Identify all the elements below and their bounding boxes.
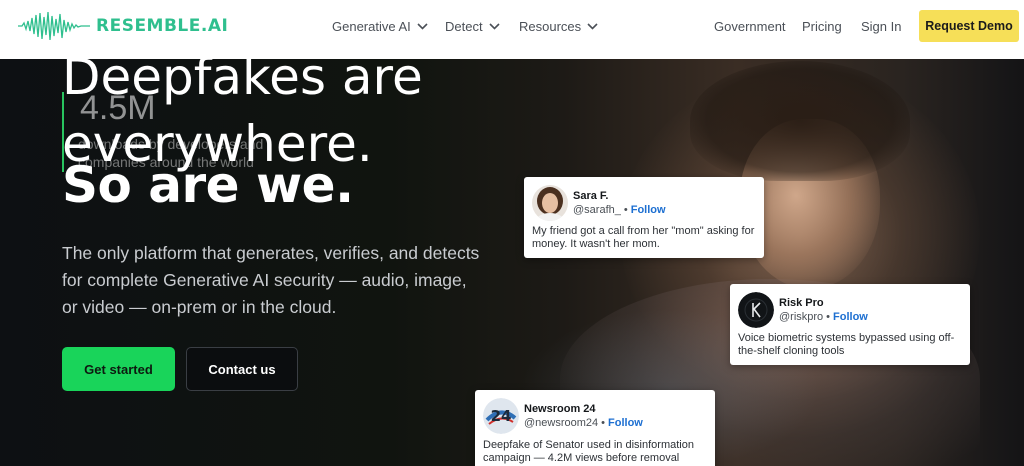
tweet-card: Sara F. @sarafh_ • Follow My friend got a … (524, 177, 764, 258)
follow-link[interactable]: Follow (833, 311, 868, 323)
tweet-text: Voice biometric systems bypassed using o… (738, 332, 955, 357)
tweet-handle-row: @sarafh_ • Follow (573, 204, 666, 216)
avatar (532, 185, 568, 221)
nav-item-label: Detect (445, 19, 483, 34)
tweet-author-name: Risk Pro (779, 297, 824, 309)
svg-text:24: 24 (491, 407, 512, 425)
nav-item-label: Sign In (861, 19, 902, 34)
request-demo-button[interactable]: Request Demo (919, 10, 1019, 42)
tweet-handle-row: @riskpro • Follow (779, 311, 868, 323)
nav-resources[interactable]: Resources (519, 19, 598, 34)
waveform-icon (18, 11, 90, 41)
nav-item-label: Resources (519, 19, 582, 34)
tweet-text: Deepfake of Senator used in disinformati… (483, 439, 694, 464)
nav-item-label: Generative AI (332, 19, 411, 34)
tweet-text: My friend got a call from her "mom" aski… (532, 225, 755, 250)
nav-government[interactable]: Government (714, 19, 786, 34)
nav-pricing[interactable]: Pricing (802, 19, 842, 34)
hero-section: Deepfakes are 4.5M downloads by develope… (0, 59, 1024, 466)
tweet-author-name: Sara F. (573, 190, 609, 202)
nav-sign-in[interactable]: Sign In (861, 19, 901, 34)
tweet-author-name: Newsroom 24 (524, 403, 596, 415)
contact-us-button[interactable]: Contact us (186, 347, 298, 391)
tweet-handle: @newsroom24 (524, 417, 599, 429)
nav-detect[interactable]: Detect (445, 19, 500, 34)
hero-photo-hair (690, 61, 910, 181)
hero-description: The only platform that generates, verifi… (62, 243, 480, 317)
hero-headline-strong: So are we. (62, 156, 354, 214)
tweet-handle: @riskpro (779, 311, 824, 323)
follow-link[interactable]: Follow (631, 204, 666, 216)
follow-link[interactable]: Follow (608, 417, 643, 429)
tweet-card: Risk Pro @riskpro • Follow Voice biometric… (730, 284, 970, 365)
chevron-down-icon (587, 23, 598, 30)
logo-link[interactable]: RESEMBLE.AI (18, 9, 228, 43)
tweet-handle: @sarafh_ (573, 204, 621, 216)
nav-generative-ai[interactable]: Generative AI (332, 19, 428, 34)
tweet-handle-row: @newsroom24 • Follow (524, 417, 643, 429)
get-started-button[interactable]: Get started (62, 347, 175, 391)
chevron-down-icon (489, 23, 500, 30)
tweet-card: 24 Newsroom 24 @newsroom24 • Follow Deepfa… (475, 390, 715, 466)
top-nav: RESEMBLE.AI Generative AI Detect Resourc… (0, 0, 1024, 59)
nav-item-label: Government (714, 19, 786, 34)
logo-text: RESEMBLE.AI (96, 16, 229, 36)
avatar: 24 (483, 398, 519, 434)
nav-item-label: Pricing (802, 19, 842, 34)
chevron-down-icon (417, 23, 428, 30)
avatar (738, 292, 774, 328)
